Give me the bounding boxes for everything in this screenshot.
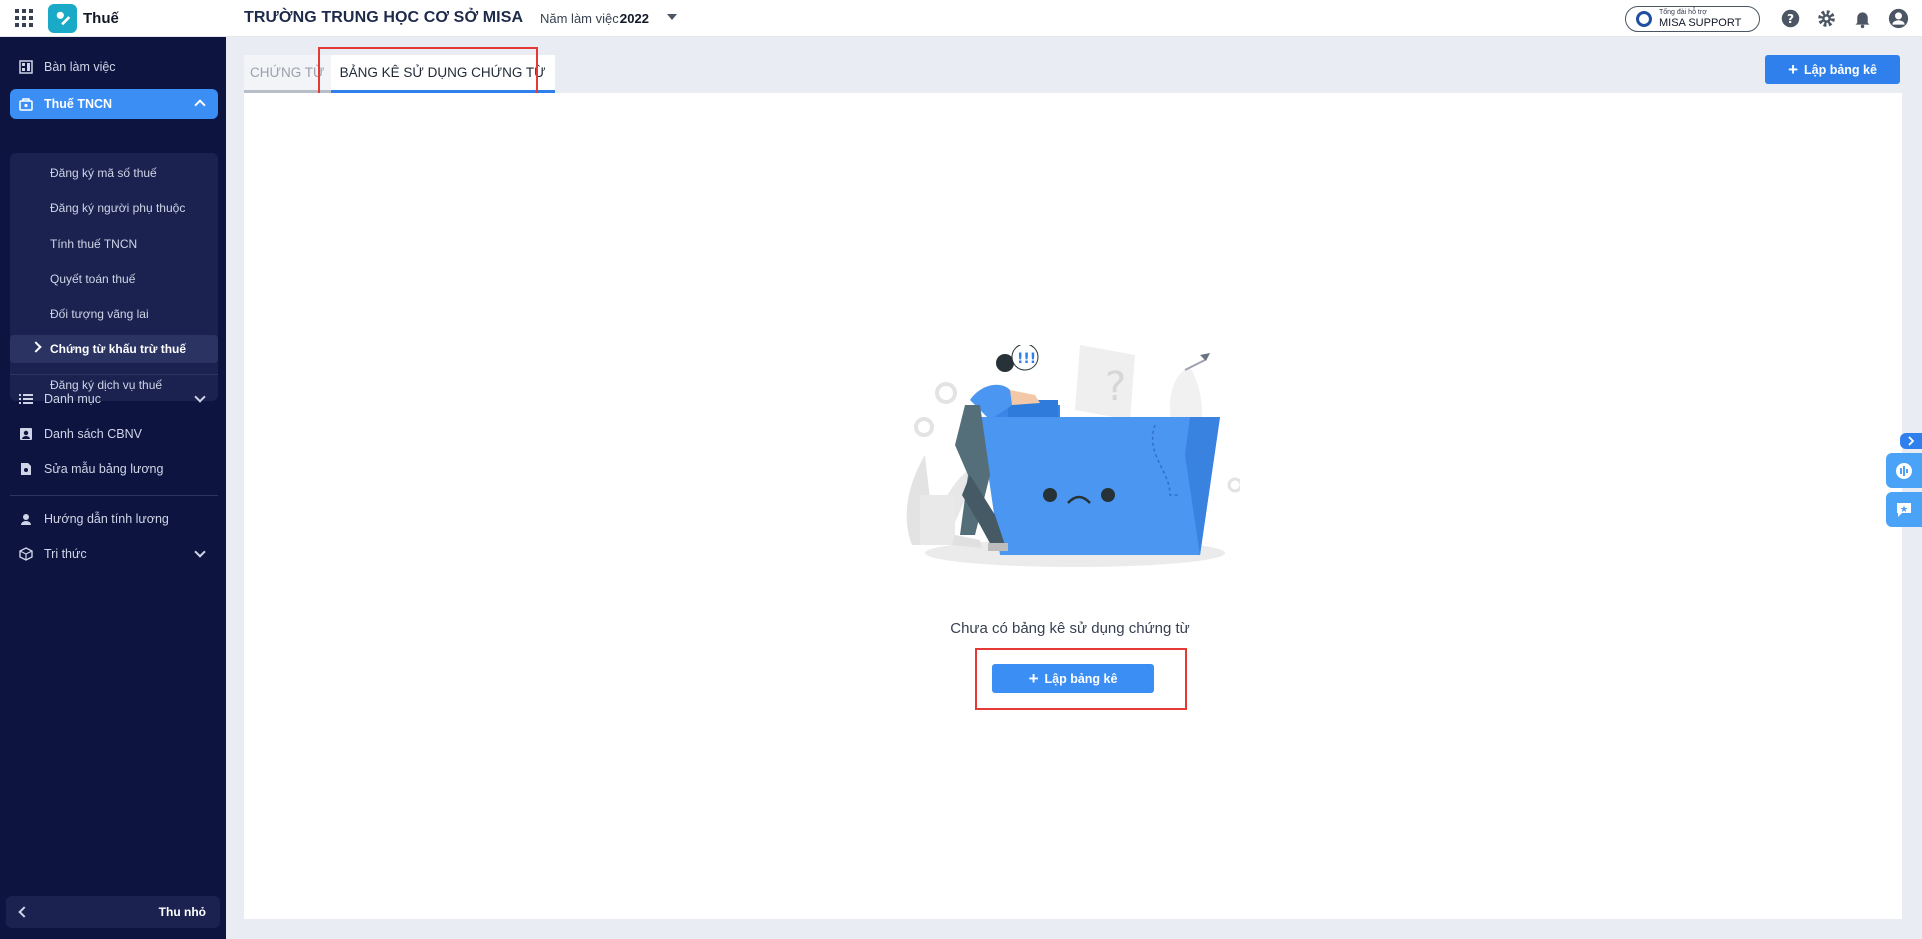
submenu-item-register-dependents[interactable]: Đăng ký người phụ thuộc: [10, 194, 218, 222]
collapse-label: Thu nhỏ: [158, 905, 206, 919]
sidebar-item-payroll-template[interactable]: Sửa mẫu bảng lương: [10, 455, 218, 483]
collapse-sidebar-button[interactable]: Thu nhỏ: [6, 896, 220, 928]
svg-text:!!!: !!!: [1017, 351, 1036, 367]
sidebar-item-dashboard[interactable]: Bàn làm việc: [10, 53, 218, 81]
chevron-up-icon: [194, 99, 206, 111]
payroll-template-icon: [18, 461, 34, 477]
sidebar-item-employees[interactable]: Danh sách CBNV: [10, 420, 218, 448]
knowledge-icon: [18, 546, 34, 562]
empty-folder-illustration: ? !!!: [906, 345, 1240, 567]
create-report-label: Lập bảng kê: [1804, 62, 1877, 77]
logo-icon: [48, 3, 77, 33]
gear-icon[interactable]: [1816, 8, 1837, 29]
expand-panel-button[interactable]: [1900, 433, 1922, 449]
support-caption: Tổng đài hỗ trợ: [1659, 9, 1707, 16]
app-grid-icon[interactable]: [0, 0, 48, 37]
tax-icon: [18, 96, 34, 112]
year-label: Năm làm việc:: [540, 11, 623, 26]
support-button[interactable]: Tổng đài hỗ trợ MISA SUPPORT: [1625, 6, 1760, 32]
sidebar-divider: [10, 495, 218, 496]
sidebar-divider: [10, 374, 218, 375]
highlight-box-button: [975, 648, 1187, 710]
sidebar-item-label: Sửa mẫu bảng lương: [44, 462, 164, 476]
bell-icon[interactable]: [1852, 8, 1873, 29]
sidebar-item-salary-guide[interactable]: Hướng dẫn tính lương: [10, 505, 218, 533]
year-select[interactable]: 2022: [620, 11, 649, 26]
top-bar: Thuế TRƯỜNG TRUNG HỌC CƠ SỞ MISA Năm làm…: [0, 0, 1922, 37]
chat-icon: [1896, 462, 1912, 479]
chevron-down-icon[interactable]: [667, 14, 677, 20]
svg-text:?: ?: [1787, 12, 1794, 26]
submenu-item-withholding-voucher[interactable]: Chứng từ khấu trừ thuế: [10, 335, 218, 363]
submenu-label: Chứng từ khấu trừ thuế: [50, 342, 187, 356]
submenu-item-register-tax-code[interactable]: Đăng ký mã số thuế: [10, 159, 218, 187]
submenu-label: Đăng ký người phụ thuộc: [50, 201, 186, 215]
chevron-left-icon: [18, 906, 30, 918]
user-avatar-icon[interactable]: [1888, 8, 1909, 29]
submenu-item-non-resident[interactable]: Đối tượng vãng lai: [10, 300, 218, 328]
submenu-label: Đối tượng vãng lai: [50, 307, 149, 321]
empty-state-message: Chưa có bảng kê sử dụng chứng từ: [950, 620, 1190, 637]
submenu-label: Quyết toán thuế: [50, 272, 136, 286]
help-icon[interactable]: ?: [1780, 8, 1801, 29]
sidebar-item-label: Hướng dẫn tính lương: [44, 512, 169, 526]
sidebar-item-tax[interactable]: Thuế TNCN: [10, 89, 218, 119]
submenu-label: Đăng ký mã số thuế: [50, 166, 157, 180]
feedback-icon: [1897, 502, 1911, 517]
chevron-down-icon: [194, 391, 206, 403]
guide-icon: [18, 511, 34, 527]
organization-name: TRƯỜNG TRUNG HỌC CƠ SỞ MISA: [244, 9, 524, 26]
sidebar-item-knowledge[interactable]: Tri thức: [10, 540, 218, 568]
support-label: MISA SUPPORT: [1659, 17, 1742, 29]
submenu-item-tax-settlement[interactable]: Quyết toán thuế: [10, 265, 218, 293]
svg-text:?: ?: [1105, 364, 1126, 410]
chevron-right-icon: [1908, 436, 1915, 446]
sidebar-item-catalog[interactable]: Danh mục: [10, 385, 218, 413]
sidebar-item-label: Danh sách CBNV: [44, 427, 142, 441]
plus-icon: +: [1788, 60, 1798, 79]
create-report-button[interactable]: + Lập bảng kê: [1765, 55, 1900, 84]
submenu-item-calc-tax[interactable]: Tính thuế TNCN: [10, 230, 218, 258]
chevron-down-icon: [194, 546, 206, 558]
chevron-right-icon: [30, 341, 42, 353]
dashboard-icon: [18, 59, 34, 75]
sidebar-item-label: Thuế TNCN: [44, 97, 113, 111]
support-icon: [1636, 11, 1652, 27]
employee-icon: [18, 426, 34, 442]
sidebar-item-label: Bàn làm việc: [44, 60, 116, 74]
sidebar-item-label: Tri thức: [44, 547, 87, 561]
app-logo[interactable]: Thuế: [48, 0, 119, 37]
sidebar: Bàn làm việc Thuế TNCN Đăng ký mã số thu…: [0, 37, 226, 939]
chat-support-button[interactable]: [1886, 453, 1922, 488]
submenu-label: Tính thuế TNCN: [50, 237, 138, 251]
app-name: Thuế: [83, 9, 119, 27]
list-icon: [18, 391, 34, 407]
tab-label: CHỨNG TỪ: [250, 65, 325, 80]
sidebar-item-label: Danh mục: [44, 392, 101, 406]
feedback-button[interactable]: [1886, 492, 1922, 527]
